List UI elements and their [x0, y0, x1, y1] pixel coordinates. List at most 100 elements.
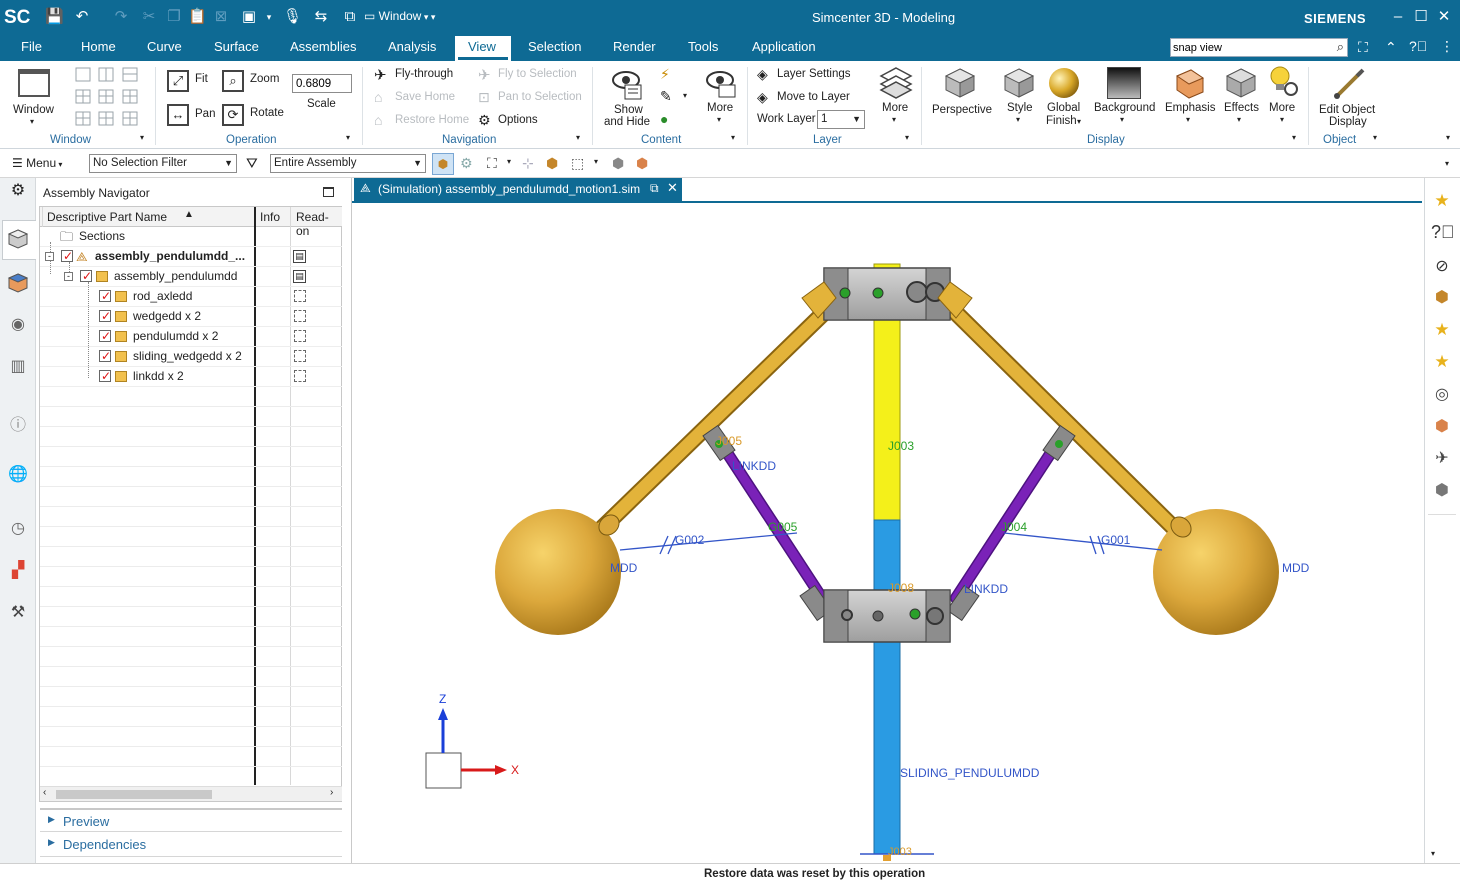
redo-icon[interactable]: ↷: [112, 8, 130, 26]
options-button[interactable]: Options: [498, 114, 538, 126]
edit-object-display-label-1[interactable]: Edit Object: [1319, 104, 1375, 116]
help-icon[interactable]: ?⃝: [1431, 222, 1455, 244]
fit-icon[interactable]: ⤢: [167, 70, 189, 92]
snap-point-icon[interactable]: ⛶: [487, 155, 497, 172]
menu-home[interactable]: Home: [81, 39, 116, 54]
restore-home-button[interactable]: Restore Home: [395, 114, 469, 126]
menu-render[interactable]: Render: [613, 39, 656, 54]
graphics-window[interactable]: ⟁ (Simulation) assembly_pendulumdd_motio…: [352, 178, 1422, 863]
scroll-left-icon[interactable]: ‹: [43, 787, 46, 798]
tree-row-assembly-sim[interactable]: - ⟁ assembly_pendulumdd_... ▤: [40, 247, 342, 267]
visibility-checkbox[interactable]: [99, 327, 111, 346]
paste-icon[interactable]: 📋: [188, 8, 207, 26]
column-header-info[interactable]: Info: [260, 210, 280, 224]
edit-object-display-label-2[interactable]: Display: [1329, 116, 1367, 128]
tree-row-sliding-wedgedd[interactable]: sliding_wedgedd x 2: [40, 347, 342, 367]
window-menu[interactable]: ▭ Window ▾ ▾: [364, 9, 435, 23]
favorites-star-icon[interactable]: ★: [1431, 191, 1453, 213]
help-icon[interactable]: ?⃝: [1409, 38, 1427, 54]
fly-through-button[interactable]: Fly-through: [395, 68, 453, 80]
eye-hidden-icon[interactable]: ◎: [1431, 384, 1453, 406]
filter-icon[interactable]: ⛛: [246, 155, 258, 172]
undo-icon[interactable]: ↶: [73, 8, 91, 26]
chevron-down-icon[interactable]: ▾: [507, 157, 511, 166]
window-group-expand-icon[interactable]: ▾: [140, 133, 144, 142]
tree-row-wedgedd[interactable]: wedgedd x 2: [40, 307, 342, 327]
preview-section[interactable]: ▶ Preview: [40, 808, 342, 832]
background-button[interactable]: Background: [1094, 102, 1155, 114]
visibility-checkbox[interactable]: [99, 347, 111, 366]
maximize-icon[interactable]: ☐: [1412, 8, 1430, 26]
pan-to-selection-button[interactable]: Pan to Selection: [498, 91, 582, 103]
menu-file[interactable]: File: [21, 39, 42, 54]
effects-icon[interactable]: [1224, 66, 1258, 100]
web-browser-icon[interactable]: 🌐: [7, 464, 29, 486]
menu-selection[interactable]: Selection: [528, 39, 581, 54]
column-header-name[interactable]: Descriptive Part Name: [47, 210, 167, 224]
fly-icon[interactable]: ✈: [1431, 448, 1453, 470]
effects-button[interactable]: Effects: [1224, 102, 1259, 114]
tree-row-sections[interactable]: 🗀 Sections: [40, 227, 342, 247]
visibility-checkbox[interactable]: [80, 267, 92, 286]
select-features-icon[interactable]: ⬢: [432, 153, 454, 175]
switch-window-icon[interactable]: ⧉: [341, 8, 359, 26]
delete-icon[interactable]: ⊠: [212, 8, 230, 26]
model-view[interactable]: J005 LINKDD J003 G002 MDD G005 J004 G001…: [352, 178, 1422, 863]
snap-settings-icon[interactable]: ⊹: [522, 155, 534, 172]
cube-orange-icon[interactable]: ⬢: [636, 155, 648, 172]
constraint-marker-g002[interactable]: [619, 532, 798, 555]
menu-view[interactable]: View: [468, 39, 496, 54]
collapse-ribbon-icon[interactable]: ⌃: [1385, 39, 1397, 56]
sliding-wedge-bottom[interactable]: [823, 589, 951, 643]
pendulum-arm-right[interactable]: [939, 296, 1191, 545]
fly-to-selection-button[interactable]: Fly to Selection: [498, 68, 577, 80]
layer-more-icon[interactable]: [879, 66, 913, 100]
visibility-checkbox[interactable]: [99, 367, 111, 386]
chevron-down-icon[interactable]: ▾: [683, 91, 687, 100]
selection-filter-dropdown[interactable]: No Selection Filter ▼: [89, 154, 237, 173]
visibility-checkbox[interactable]: [61, 247, 73, 266]
hide-content-icon[interactable]: ⚡: [660, 66, 670, 83]
tree-row-rod-axledd[interactable]: rod_axledd: [40, 287, 342, 307]
style-icon[interactable]: [1002, 66, 1036, 100]
rotate-icon[interactable]: ⟳: [222, 104, 244, 126]
constraint-navigator-icon[interactable]: ◉: [7, 314, 29, 336]
scroll-right-icon[interactable]: ›: [330, 787, 333, 798]
pendulum-ball-left[interactable]: [495, 509, 623, 635]
touch-mode-icon[interactable]: ⇆: [312, 8, 330, 26]
global-finish-icon[interactable]: [1047, 66, 1081, 100]
menu-button[interactable]: ☰ Menu ▾: [12, 156, 62, 170]
edit-object-display-icon[interactable]: [1331, 66, 1367, 100]
cube-view-icon[interactable]: ⬢: [612, 155, 624, 172]
show-all-icon[interactable]: ●: [660, 111, 668, 127]
tree-row-linkdd[interactable]: linkdd x 2: [40, 367, 342, 387]
visibility-checkbox[interactable]: [99, 307, 111, 326]
content-more-button[interactable]: More: [707, 102, 733, 114]
favorites-star-icon[interactable]: ★: [1431, 320, 1453, 342]
cut-icon[interactable]: ✂: [140, 8, 158, 26]
scale-input[interactable]: [292, 74, 352, 93]
menu-surface[interactable]: Surface: [214, 39, 259, 54]
info-icon[interactable]: ⓘ: [7, 411, 29, 434]
perspective-button[interactable]: Perspective: [932, 104, 992, 116]
pendulum-ball-right[interactable]: [1153, 509, 1279, 635]
display-group-expand-icon[interactable]: ▾: [1292, 133, 1296, 142]
layer-more-button[interactable]: More: [882, 102, 908, 114]
part-navigator-icon[interactable]: [7, 272, 29, 294]
pan-button[interactable]: Pan: [195, 108, 215, 120]
display-more-button[interactable]: More: [1269, 102, 1295, 114]
copy-icon[interactable]: ❐: [165, 8, 183, 26]
dependencies-section[interactable]: ▶ Dependencies: [40, 833, 342, 857]
show-and-hide-label-1[interactable]: Show: [614, 104, 643, 116]
layer-settings-button[interactable]: Layer Settings: [777, 68, 851, 80]
operation-group-expand-icon[interactable]: ▾: [346, 133, 350, 142]
search-box[interactable]: ⌕: [1170, 38, 1348, 57]
horizontal-scrollbar[interactable]: ‹ ›: [40, 786, 342, 801]
menu-curve[interactable]: Curve: [147, 39, 182, 54]
perspective-icon[interactable]: [943, 66, 977, 100]
show-and-hide-icon[interactable]: [611, 67, 645, 101]
part-cube-icon[interactable]: ⬢: [1431, 416, 1453, 438]
window-button-label[interactable]: Window: [13, 104, 54, 116]
selection-scope-dropdown[interactable]: Entire Assembly ▼: [270, 154, 426, 173]
save-icon[interactable]: 💾: [45, 8, 64, 26]
